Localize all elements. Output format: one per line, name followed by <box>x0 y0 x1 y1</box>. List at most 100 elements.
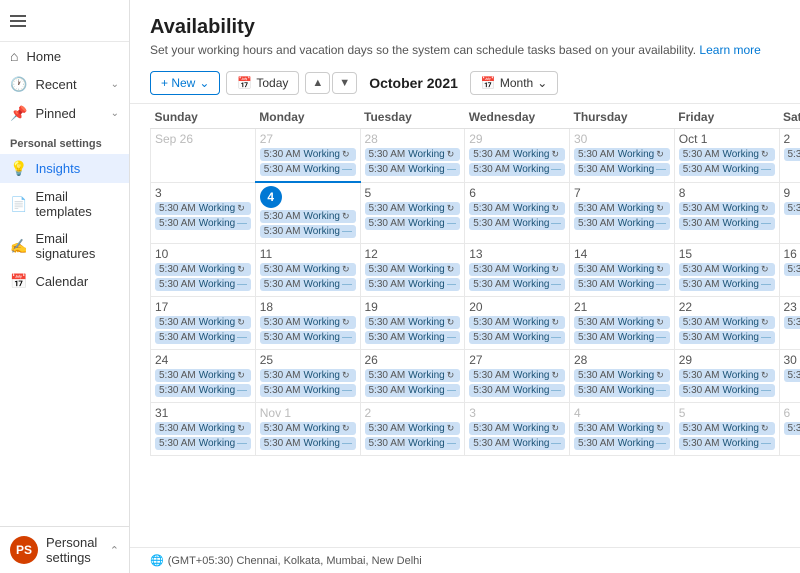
calendar-day-cell[interactable]: 105:30 AMWorking↻5:30 AMWorking <box>151 244 256 297</box>
time-block[interactable]: 5:30 AMWorking <box>469 331 565 344</box>
time-block[interactable]: 5:30 AMWorking <box>469 384 565 397</box>
time-block[interactable]: 5:30 AMWorking <box>784 316 800 329</box>
sidebar-item-home[interactable]: ⌂ Home <box>0 42 129 70</box>
calendar-day-cell[interactable]: 305:30 AMWorking <box>779 350 800 403</box>
time-block[interactable]: 5:30 AMWorking <box>469 163 565 176</box>
calendar-day-cell[interactable]: 75:30 AMWorking↻5:30 AMWorking <box>570 182 675 244</box>
time-block[interactable]: 5:30 AMWorking <box>784 202 800 215</box>
time-block[interactable]: 5:30 AMWorking↻ <box>365 263 461 276</box>
time-block[interactable]: 5:30 AMWorking <box>469 278 565 291</box>
prev-arrow[interactable]: ▲ <box>305 72 330 94</box>
calendar-day-cell[interactable]: 175:30 AMWorking↻5:30 AMWorking <box>151 297 256 350</box>
sidebar-item-pinned[interactable]: 📌 Pinned ⌄ <box>0 99 129 128</box>
time-block[interactable]: 5:30 AMWorking↻ <box>155 316 251 329</box>
time-block[interactable]: 5:30 AMWorking <box>679 217 775 230</box>
time-block[interactable]: 5:30 AMWorking↻ <box>260 263 356 276</box>
time-block[interactable]: 5:30 AMWorking <box>365 278 461 291</box>
calendar-day-cell[interactable]: 145:30 AMWorking↻5:30 AMWorking <box>570 244 675 297</box>
time-block[interactable]: 5:30 AMWorking↻ <box>155 422 251 435</box>
time-block[interactable]: 5:30 AMWorking↻ <box>260 148 356 161</box>
calendar-day-cell[interactable]: Oct 15:30 AMWorking↻5:30 AMWorking <box>674 129 779 183</box>
time-block[interactable]: 5:30 AMWorking↻ <box>469 369 565 382</box>
time-block[interactable]: 5:30 AMWorking <box>574 278 670 291</box>
calendar-day-cell[interactable]: 95:30 AMWorking <box>779 182 800 244</box>
calendar-day-cell[interactable]: 155:30 AMWorking↻5:30 AMWorking <box>674 244 779 297</box>
sidebar-item-calendar[interactable]: 📅 Calendar <box>0 267 129 296</box>
time-block[interactable]: 5:30 AMWorking↻ <box>574 202 670 215</box>
time-block[interactable]: 5:30 AMWorking <box>574 437 670 450</box>
time-block[interactable]: 5:30 AMWorking <box>784 369 800 382</box>
time-block[interactable]: 5:30 AMWorking <box>260 278 356 291</box>
calendar-day-cell[interactable]: 185:30 AMWorking↻5:30 AMWorking <box>255 297 360 350</box>
time-block[interactable]: 5:30 AMWorking↻ <box>679 369 775 382</box>
calendar-day-cell[interactable]: 215:30 AMWorking↻5:30 AMWorking <box>570 297 675 350</box>
time-block[interactable]: 5:30 AMWorking <box>679 163 775 176</box>
sidebar-item-insights[interactable]: 💡 Insights <box>0 154 129 183</box>
time-block[interactable]: 5:30 AMWorking <box>784 148 800 161</box>
calendar-day-cell[interactable]: 85:30 AMWorking↻5:30 AMWorking <box>674 182 779 244</box>
time-block[interactable]: 5:30 AMWorking <box>574 163 670 176</box>
time-block[interactable]: 5:30 AMWorking↻ <box>365 148 461 161</box>
calendar-day-cell[interactable]: 205:30 AMWorking↻5:30 AMWorking <box>465 297 570 350</box>
time-block[interactable]: 5:30 AMWorking <box>574 217 670 230</box>
time-block[interactable]: 5:30 AMWorking <box>260 384 356 397</box>
month-view-button[interactable]: 📅 Month ⌄ <box>470 71 558 95</box>
time-block[interactable]: 5:30 AMWorking <box>260 225 356 238</box>
calendar-day-cell[interactable]: 45:30 AMWorking↻5:30 AMWorking <box>570 403 675 456</box>
time-block[interactable]: 5:30 AMWorking↻ <box>365 316 461 329</box>
calendar-day-cell[interactable]: 275:30 AMWorking↻5:30 AMWorking <box>465 350 570 403</box>
calendar-day-cell[interactable]: 195:30 AMWorking↻5:30 AMWorking <box>360 297 465 350</box>
calendar-day-cell[interactable]: 55:30 AMWorking↻5:30 AMWorking <box>360 182 465 244</box>
calendar-day-cell[interactable]: 235:30 AMWorking <box>779 297 800 350</box>
time-block[interactable]: 5:30 AMWorking <box>679 384 775 397</box>
time-block[interactable]: 5:30 AMWorking <box>469 217 565 230</box>
calendar-day-cell[interactable]: 295:30 AMWorking↻5:30 AMWorking <box>465 129 570 183</box>
calendar-day-cell[interactable]: 65:30 AMWorking↻5:30 AMWorking <box>465 182 570 244</box>
sidebar-item-recent[interactable]: 🕐 Recent ⌄ <box>0 70 129 99</box>
time-block[interactable]: 5:30 AMWorking <box>365 437 461 450</box>
today-button[interactable]: 📅 Today <box>226 71 299 95</box>
time-block[interactable]: 5:30 AMWorking <box>679 437 775 450</box>
time-block[interactable]: 5:30 AMWorking <box>155 384 251 397</box>
time-block[interactable]: 5:30 AMWorking↻ <box>155 263 251 276</box>
time-block[interactable]: 5:30 AMWorking <box>365 384 461 397</box>
time-block[interactable]: 5:30 AMWorking <box>784 422 800 435</box>
time-block[interactable]: 5:30 AMWorking↻ <box>679 422 775 435</box>
time-block[interactable]: 5:30 AMWorking↻ <box>365 369 461 382</box>
calendar-day-cell[interactable]: 35:30 AMWorking↻5:30 AMWorking <box>465 403 570 456</box>
sidebar-item-email-templates[interactable]: 📄 Email templates <box>0 183 129 225</box>
time-block[interactable]: 5:30 AMWorking↻ <box>679 148 775 161</box>
time-block[interactable]: 5:30 AMWorking <box>679 278 775 291</box>
time-block[interactable]: 5:30 AMWorking <box>784 263 800 276</box>
learn-more-link[interactable]: Learn more <box>699 43 760 57</box>
time-block[interactable]: 5:30 AMWorking↻ <box>469 148 565 161</box>
calendar-day-cell[interactable]: 125:30 AMWorking↻5:30 AMWorking <box>360 244 465 297</box>
calendar-day-cell[interactable]: 225:30 AMWorking↻5:30 AMWorking <box>674 297 779 350</box>
time-block[interactable]: 5:30 AMWorking <box>469 437 565 450</box>
time-block[interactable]: 5:30 AMWorking↻ <box>260 422 356 435</box>
next-arrow[interactable]: ▼ <box>332 72 357 94</box>
calendar-day-cell[interactable]: Sep 26 <box>151 129 256 183</box>
time-block[interactable]: 5:30 AMWorking↻ <box>260 369 356 382</box>
calendar-day-cell[interactable]: 45:30 AMWorking↻5:30 AMWorking <box>255 182 360 244</box>
calendar-day-cell[interactable]: 255:30 AMWorking↻5:30 AMWorking <box>255 350 360 403</box>
time-block[interactable]: 5:30 AMWorking↻ <box>574 422 670 435</box>
time-block[interactable]: 5:30 AMWorking <box>365 217 461 230</box>
time-block[interactable]: 5:30 AMWorking↻ <box>365 202 461 215</box>
time-block[interactable]: 5:30 AMWorking <box>260 331 356 344</box>
time-block[interactable]: 5:30 AMWorking <box>365 163 461 176</box>
calendar-day-cell[interactable]: 165:30 AMWorking <box>779 244 800 297</box>
calendar-day-cell[interactable]: 285:30 AMWorking↻5:30 AMWorking <box>570 350 675 403</box>
time-block[interactable]: 5:30 AMWorking↻ <box>260 210 356 223</box>
time-block[interactable]: 5:30 AMWorking <box>260 437 356 450</box>
calendar-day-cell[interactable]: 135:30 AMWorking↻5:30 AMWorking <box>465 244 570 297</box>
time-block[interactable]: 5:30 AMWorking <box>155 437 251 450</box>
calendar-day-cell[interactable]: 295:30 AMWorking↻5:30 AMWorking <box>674 350 779 403</box>
calendar-day-cell[interactable]: 245:30 AMWorking↻5:30 AMWorking <box>151 350 256 403</box>
time-block[interactable]: 5:30 AMWorking <box>574 331 670 344</box>
calendar-day-cell[interactable]: 115:30 AMWorking↻5:30 AMWorking <box>255 244 360 297</box>
time-block[interactable]: 5:30 AMWorking↻ <box>155 369 251 382</box>
time-block[interactable]: 5:30 AMWorking↻ <box>469 316 565 329</box>
hamburger-icon[interactable] <box>6 8 30 34</box>
time-block[interactable]: 5:30 AMWorking↻ <box>679 263 775 276</box>
